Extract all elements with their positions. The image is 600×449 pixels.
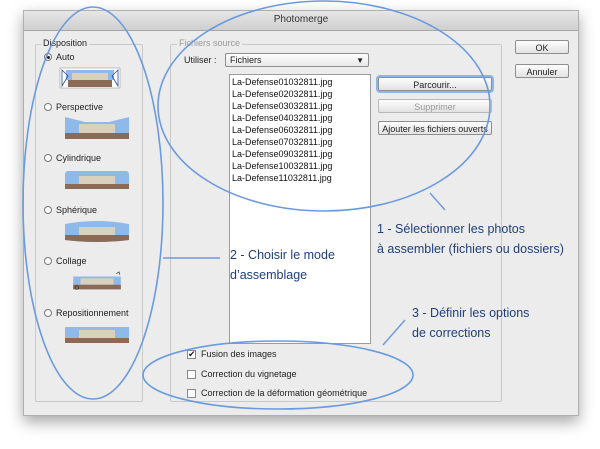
- annotation-ellipse-layout: [22, 6, 164, 400]
- annotation-step-3: 3 - Définir les options de corrections: [412, 306, 530, 340]
- annotation-ellipse-options: [142, 340, 414, 410]
- annotation-step-1: 1 - Sélectionner les photos à assembler …: [377, 222, 564, 256]
- annotation-line-1: [429, 192, 446, 211]
- annotation-line-3: [382, 319, 406, 346]
- annotation-step-2: 2 - Choisir le mode d’assemblage: [230, 248, 335, 282]
- annotation-ellipse-source: [157, 0, 491, 212]
